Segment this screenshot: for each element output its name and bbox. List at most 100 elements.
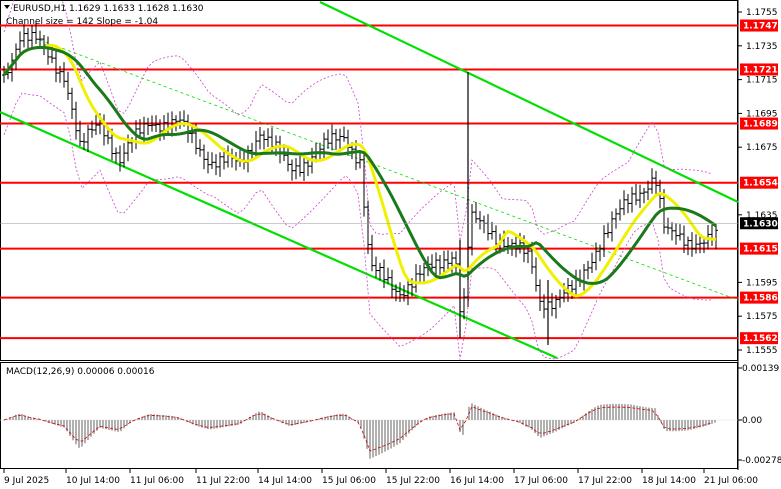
macd-histogram-bar [711,420,713,424]
symbol-header: EURUSD,H1 1.1629 1.1633 1.1628 1.1630 [13,4,204,14]
macd-histogram-bar [258,411,260,420]
macd-histogram-bar [342,413,344,420]
time-tick-label: 10 Jul 14:00 [66,476,120,486]
macd-histogram-bar [123,420,125,429]
macd-histogram-bar [651,407,653,420]
time-tick-label: 18 Jul 14:00 [642,476,696,486]
level-price-label: 1.1562 [743,334,778,344]
macd-histogram-bar [462,420,464,435]
time-tick-label: 16 Jul 14:00 [450,476,504,486]
macd-histogram-bar [678,420,680,432]
macd-histogram-bar [117,420,119,432]
macd-histogram-bar [81,420,83,447]
macd-histogram-bar [672,420,674,432]
level-price-label: 1.1654 [743,179,778,189]
macd-histogram-bar [669,420,671,432]
macd-histogram-bar [348,416,350,420]
time-tick-label: 21 Jul 06:00 [704,476,758,486]
macd-histogram-bar [528,420,530,428]
macd-histogram-bar [393,420,395,447]
macd-histogram-bar [660,420,662,423]
macd-histogram-bar [381,420,383,454]
channel-info: Channel size = 142 Slope = -1.04 [6,17,158,27]
time-tick-label: 15 Jul 22:00 [386,476,440,486]
macd-histogram-bar [21,414,23,420]
macd-histogram-bar [369,420,371,459]
time-tick-label: 15 Jul 06:00 [322,476,376,486]
macd-histogram-bar [537,420,539,437]
macd-histogram-bar [666,420,668,432]
macd-histogram-bar [561,420,563,429]
axis-tick-label: 1.1695 [746,109,778,119]
macd-histogram-bar [102,420,104,429]
axis-tick-label: 1.1735 [746,42,778,52]
macd-histogram-bar [546,420,548,436]
macd-histogram-bar [609,404,611,420]
macd-histogram-bar [681,420,683,431]
macd-histogram-bar [627,404,629,420]
time-tick-label: 11 Jul 22:00 [196,476,250,486]
macd-histogram-bar [477,406,479,420]
macd-axis-label: 0.00 [742,416,762,426]
macd-histogram-bar [486,410,488,420]
price-chart[interactable]: 1.1747 1.1721 1.1689 1.1654 1.1615 1.1586 1.15… [0,0,781,489]
macd-histogram-bar [120,420,122,432]
macd-histogram-bar [597,405,599,420]
macd-histogram-bar [60,420,62,427]
macd-histogram-bar [144,415,146,420]
main-pane-frame [0,0,738,361]
macd-histogram-bar [624,404,626,420]
macd-histogram-bar [114,420,116,432]
time-axis: 9 Jul 2025 10 Jul 14:00 11 Jul 06:00 11 Jul… [3,469,758,486]
time-tick-label: 9 Jul 2025 [4,476,49,486]
macd-histogram-bar [594,407,596,420]
macd-histogram-bar [396,420,398,446]
macd-histogram-bar [639,406,641,420]
macd-histogram-bar [642,406,644,420]
macd-histogram-bar [591,408,593,420]
macd-histogram-bar [675,420,677,432]
macd-histogram-bar [399,420,401,444]
axis-tick-label: 1.1595 [746,278,778,288]
macd-histogram-bar [714,420,716,423]
macd-axis-label: -0.00278 [742,456,781,466]
macd-histogram-bar [615,403,617,420]
macd-histogram-bar [375,420,377,457]
level-price-label: 1.1615 [743,245,778,255]
macd-histogram-bar [621,403,623,420]
macd-label: MACD(12,26,9) 0.00006 0.00016 [6,367,155,377]
macd-histogram-bar [384,420,386,452]
macd-histogram-bar [84,420,86,444]
macd-histogram-bar [540,420,542,438]
macd-histogram-bar [210,420,212,430]
macd-histogram-bar [603,404,605,420]
macd-histogram-bar [408,420,410,434]
macd-histogram-bar [684,420,686,431]
macd-histogram-bar [618,403,620,420]
macd-histogram-bar [633,405,635,420]
macd-histogram-bar [270,417,272,420]
macd-histogram-bar [690,420,692,430]
macd-histogram-bar [696,420,698,429]
macd-histogram-bar [378,420,380,455]
current-price-label: 1.1630 [743,219,778,229]
macd-histogram-bar [549,420,551,434]
macd-histogram-bar [606,404,608,420]
macd-histogram-bar [612,403,614,420]
macd-histogram-bar [372,420,374,458]
axis-tick-label: 1.1715 [746,76,778,86]
axis-tick-label: 1.1555 [746,346,778,356]
macd-histogram-bar [687,420,689,431]
macd-histogram-bar [198,420,200,427]
macd-histogram-bar [261,412,263,420]
macd-histogram-bar [213,420,215,429]
macd-histogram-bar [108,420,110,430]
macd-histogram-bar [432,415,434,420]
macd-histogram-bar [255,413,257,420]
macd-histogram-bar [636,405,638,420]
macd-histogram-bar [228,420,230,427]
macd-histogram-bar [600,404,602,420]
macd-histogram-bar [366,420,368,449]
macd-histogram-bar [207,420,209,430]
macd-histogram-bar [441,413,443,420]
